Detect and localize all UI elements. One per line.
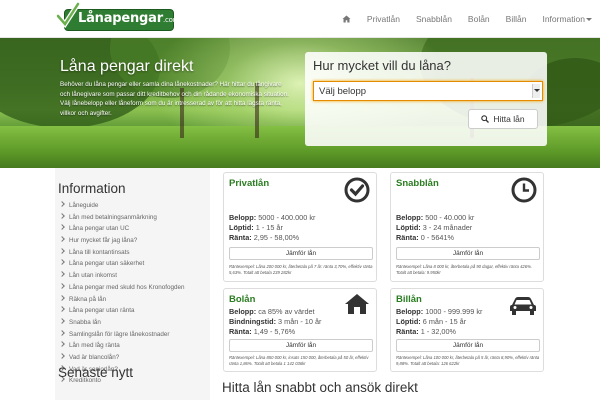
- search-icon: [481, 115, 490, 123]
- sidebar-item[interactable]: Vad är blancolån?: [59, 352, 185, 364]
- card-row: Löptid: 6 mån - 15 år: [396, 317, 467, 326]
- clock-icon: [511, 177, 537, 203]
- check-circle-icon: [344, 177, 370, 203]
- chevron-right-icon: [59, 247, 65, 254]
- sidebar-item[interactable]: Samlingslån för lägre lånekostnader: [59, 329, 185, 341]
- card-row: Ränta: 1,49 - 5,76%: [229, 327, 296, 336]
- chevron-right-icon: [59, 282, 65, 289]
- card-title: Bolån: [229, 294, 256, 305]
- card-interest-example: Räntexempel: Låna 8 000 kr, återbetala p…: [396, 264, 532, 275]
- card-details: Belopp: 5000 - 400.000 kr Löptid: 1 - 15…: [229, 213, 315, 243]
- hero-title: Låna pengar direkt: [60, 58, 194, 75]
- sidebar-item[interactable]: Lån utan inkomst: [59, 270, 185, 282]
- card-interest-example: Räntexempel: Låna 200 000 kr, återbetala…: [229, 264, 373, 275]
- sidebar-item[interactable]: Låna pengar utan ränta: [59, 305, 185, 317]
- navbar: Lånapengar.com Privatlån Snabblån Bolån …: [0, 0, 600, 38]
- chevron-right-icon: [59, 329, 65, 336]
- card-row: Bindningstid: 3 mån - 10 år: [229, 317, 322, 326]
- card-details: Belopp: 1000 - 999.999 kr Löptid: 6 mån …: [396, 307, 482, 337]
- chevron-right-icon: [59, 201, 65, 207]
- nav-billan[interactable]: Billån: [506, 14, 527, 24]
- card-interest-example: Räntexempel: Låna 100 000 kr, återbetala…: [396, 355, 540, 366]
- loan-card-privatlan: Privatlån Belopp: 5000 - 400.000 kr Löpt…: [223, 172, 377, 282]
- nav-bolan[interactable]: Bolån: [468, 14, 490, 24]
- sidebar-title: Information: [58, 181, 126, 196]
- sidebar-list: Låneguide Lån med betalningsanmärkning L…: [59, 200, 185, 387]
- sidebar-item[interactable]: Hur mycket får jag låna?: [59, 235, 185, 247]
- card-row: Belopp: ca 85% av värdet: [229, 307, 315, 316]
- sidebar-item[interactable]: Snabba lån: [59, 317, 185, 329]
- nav-information-label: Information: [542, 14, 585, 24]
- sidebar-item[interactable]: Låna pengar utan säkerhet: [59, 258, 185, 270]
- amount-select[interactable]: Välj belopp: [313, 81, 543, 101]
- nav-information[interactable]: Information: [542, 14, 592, 24]
- compare-loans-button[interactable]: Jämför lån: [396, 339, 540, 352]
- compare-loans-button[interactable]: Jämför lån: [229, 247, 373, 260]
- logo-check-icon: [56, 2, 80, 29]
- amount-select-value: Välj belopp: [319, 86, 367, 97]
- card-title: Snabblån: [396, 178, 439, 189]
- chevron-right-icon: [59, 224, 65, 231]
- card-interest-example: Räntexempel: Låna 850 000 kr, insats 150…: [229, 355, 369, 366]
- sidebar-item[interactable]: Låneguide: [59, 200, 185, 212]
- chevron-right-icon: [59, 306, 65, 313]
- caret-down-icon: [586, 18, 592, 21]
- card-row: Ränta: 2,95 - 58,00%: [229, 233, 300, 242]
- chevron-right-icon: [59, 294, 65, 301]
- card-details: Belopp: 500 - 40.000 kr Löptid: 3 - 24 m…: [396, 213, 474, 243]
- sidebar: Information Låneguide Lån med betalnings…: [55, 168, 210, 400]
- home-icon[interactable]: [342, 15, 351, 23]
- find-loan-label: Hitta lån: [493, 114, 525, 124]
- hero-text: Behöver du låna pengar eller samla dina …: [60, 81, 289, 117]
- sidebar-news-title: Senaste nytt: [58, 365, 134, 380]
- logo-text: Lånapengar.com: [78, 11, 180, 26]
- car-icon: [510, 297, 536, 315]
- loan-card-billan: Billån Belopp: 1000 - 999.999 kr Löptid:…: [390, 288, 544, 372]
- house-icon: [345, 294, 369, 314]
- card-row: Belopp: 1000 - 999.999 kr: [396, 307, 483, 316]
- chevron-right-icon: [59, 341, 65, 348]
- chevron-right-icon: [59, 318, 65, 324]
- hero-banner: Låna pengar direkt Behöver du låna penga…: [0, 38, 600, 168]
- section-title: Hitta lån snabbt och ansök direkt: [222, 380, 418, 395]
- compare-loans-button[interactable]: Jämför lån: [396, 247, 540, 260]
- main-nav: Privatlån Snabblån Bolån Billån Informat…: [334, 0, 600, 38]
- sidebar-item[interactable]: Låna pengar utan UC: [59, 223, 185, 235]
- chevron-right-icon: [59, 259, 65, 266]
- chevron-right-icon: [59, 236, 65, 242]
- chevron-right-icon: [59, 212, 65, 219]
- sidebar-item[interactable]: Lån med betalningsanmärkning: [59, 212, 185, 224]
- loan-card-snabblan: Snabblån Belopp: 500 - 40.000 kr Löptid:…: [390, 172, 544, 282]
- find-loan-button[interactable]: Hitta lån: [468, 109, 538, 129]
- chevron-right-icon: [59, 271, 65, 277]
- sidebar-item[interactable]: Låna pengar med skuld hos Kronofogden: [59, 282, 185, 294]
- chevron-right-icon: [59, 353, 65, 359]
- nav-snabblan[interactable]: Snabblån: [416, 14, 452, 24]
- calculator-title: Hur mycket vill du låna?: [313, 58, 451, 73]
- card-row: Löptid: 3 - 24 månader: [396, 223, 473, 232]
- card-row: Ränta: 0 - 5641%: [396, 233, 454, 242]
- sidebar-item[interactable]: Lån med låg ränta: [59, 340, 185, 352]
- sidebar-item[interactable]: Låna till kontantinsats: [59, 247, 185, 259]
- card-row: Belopp: 500 - 40.000 kr: [396, 213, 475, 222]
- loan-card-bolan: Bolån Belopp: ca 85% av värdet Bindnings…: [223, 288, 377, 372]
- card-title: Privatlån: [229, 178, 270, 189]
- loan-calculator: Hur mycket vill du låna? Välj belopp Hit…: [305, 52, 547, 146]
- card-title: Billån: [396, 294, 422, 305]
- card-row: Ränta: 1 - 32,00%: [396, 327, 457, 336]
- sidebar-item[interactable]: Räkna på lån: [59, 294, 185, 306]
- site-logo[interactable]: Lånapengar.com: [56, 2, 180, 32]
- card-row: Löptid: 1 - 15 år: [229, 223, 283, 232]
- compare-loans-button[interactable]: Jämför lån: [229, 339, 373, 352]
- nav-privatlan[interactable]: Privatlån: [367, 14, 400, 24]
- card-row: Belopp: 5000 - 400.000 kr: [229, 213, 316, 222]
- select-arrow-icon: [532, 84, 540, 98]
- card-details: Belopp: ca 85% av värdet Bindningstid: 3…: [229, 307, 321, 337]
